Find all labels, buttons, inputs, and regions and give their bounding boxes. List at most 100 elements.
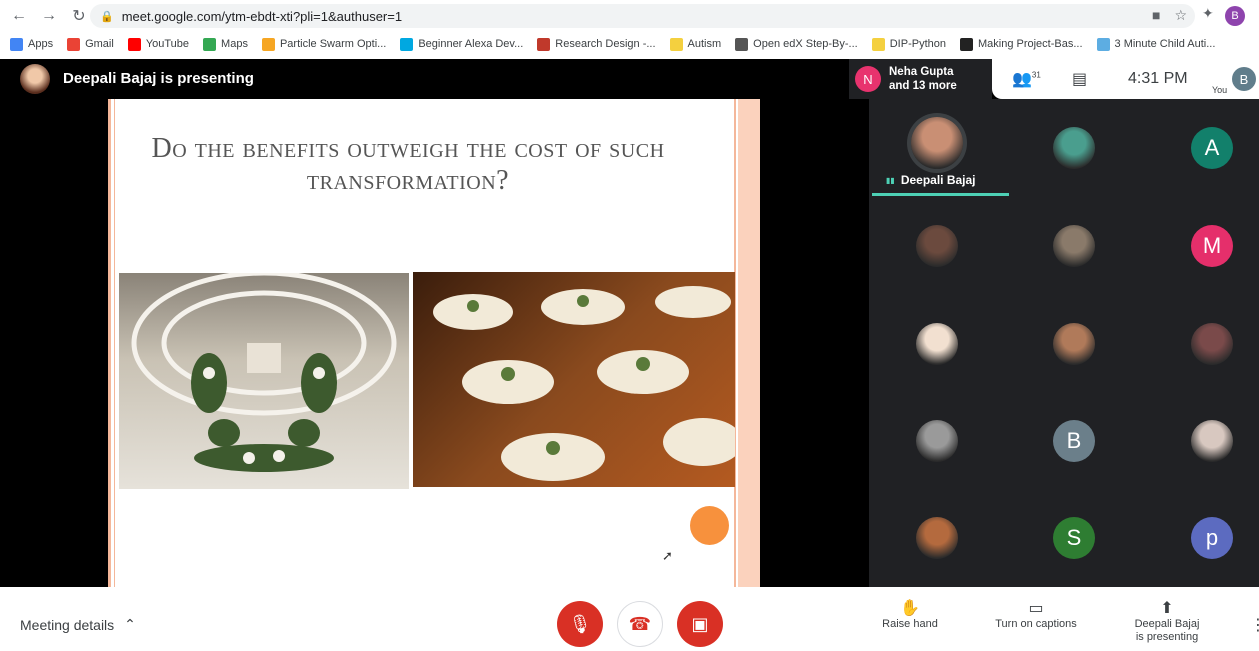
- captions-icon: ▭: [1028, 600, 1044, 617]
- slide: Do the benefits outweigh the cost of suc…: [108, 99, 760, 587]
- participant-avatar: A: [1191, 126, 1233, 169]
- bookmark-item[interactable]: Apps: [10, 37, 54, 51]
- participant-tile[interactable]: A: [1147, 99, 1259, 196]
- bookmark-label: DIP-Python: [889, 38, 946, 50]
- participant-tile[interactable]: [872, 197, 1002, 294]
- bookmark-icon: [959, 37, 973, 51]
- participant-tile[interactable]: p: [1147, 489, 1259, 586]
- participant-tile[interactable]: [1009, 197, 1139, 294]
- bookmark-item[interactable]: YouTube: [127, 37, 190, 51]
- more-options-icon[interactable]: ⋮: [1250, 615, 1259, 635]
- participant-tile[interactable]: [872, 489, 1002, 586]
- bookmark-icon: [871, 37, 885, 51]
- notification-line1: Neha Gupta: [889, 66, 954, 78]
- presenting-title: Deepali Bajaj is presenting: [63, 70, 254, 87]
- bookmark-label: Apps: [28, 38, 54, 50]
- presenting-line2: is presenting: [1135, 631, 1199, 643]
- back-icon[interactable]: ←: [6, 3, 32, 29]
- mic-off-button[interactable]: 🎙: [557, 601, 603, 647]
- bookmark-item[interactable]: Particle Swarm Opti...: [261, 37, 387, 51]
- participant-tile[interactable]: S: [1009, 489, 1139, 586]
- hand-icon: ✋: [900, 600, 920, 617]
- captions-label: Turn on captions: [995, 618, 1077, 630]
- participant-name-text: Deepali Bajaj: [900, 173, 976, 187]
- bookmark-item[interactable]: Autism: [669, 37, 721, 51]
- speaking-indicator: [872, 193, 1009, 196]
- participant-tile[interactable]: [1009, 295, 1139, 392]
- meeting-details-button[interactable]: Meeting details ⌃: [20, 616, 136, 633]
- camera-icon[interactable]: ■: [1152, 7, 1160, 24]
- bookmark-label: Particle Swarm Opti...: [279, 38, 387, 50]
- participant-tile[interactable]: [1147, 295, 1259, 392]
- present-now-button[interactable]: ⬆ Deepali Bajaj is presenting: [1130, 600, 1204, 644]
- captions-button[interactable]: ▭ Turn on captions: [992, 600, 1080, 631]
- presenting-line1: Deepali Bajaj: [1134, 618, 1200, 630]
- bookmark-item[interactable]: Maps: [203, 37, 248, 51]
- participant-tile[interactable]: [1147, 392, 1259, 489]
- join-notification[interactable]: N Neha Gupta and 13 more: [849, 59, 992, 99]
- participant-avatar: [1053, 224, 1095, 267]
- bottom-controls: Meeting details ⌃ 🎙 ☎ ▣ ✋ Raise hand ▭ T…: [0, 587, 1259, 651]
- extensions-icon[interactable]: ✦: [1202, 5, 1214, 22]
- address-bar[interactable]: 🔒 meet.google.com/ytm-ebdt-xti?pli=1&aut…: [90, 4, 1195, 28]
- participant-avatar: [1191, 419, 1233, 462]
- camera-off-button[interactable]: ▣: [677, 601, 723, 647]
- participant-tile[interactable]: [1009, 99, 1139, 196]
- notification-line2: and 13 more: [889, 80, 957, 92]
- participant-avatar: [916, 419, 958, 462]
- chevron-up-icon: ⌃: [124, 616, 136, 632]
- participant-avatar: [1053, 126, 1095, 169]
- participant-avatar: B: [1053, 419, 1095, 462]
- slide-border-left-inner: [114, 99, 115, 587]
- bookmark-label: YouTube: [145, 38, 190, 50]
- bookmark-item[interactable]: 3 Minute Child Auti...: [1096, 37, 1216, 51]
- camera-off-icon: ▣: [691, 613, 709, 634]
- participant-avatar: [916, 322, 958, 365]
- hang-up-icon: ☎: [628, 613, 652, 634]
- forward-icon[interactable]: →: [36, 3, 62, 29]
- participant-name: ▮▮ Deepali Bajaj: [886, 173, 976, 187]
- slide-title: Do the benefits outweigh the cost of suc…: [151, 133, 665, 196]
- participant-avatar: [1191, 322, 1233, 365]
- participant-avatar: p: [1191, 516, 1233, 559]
- bookmark-icon: [67, 37, 81, 51]
- browser-chrome: ← → ↻ 🔒 meet.google.com/ytm-ebdt-xti?pli…: [0, 0, 1259, 59]
- bookmark-icon: [10, 37, 23, 51]
- raise-hand-button[interactable]: ✋ Raise hand: [882, 600, 938, 631]
- audio-level-icon: ▮▮: [886, 175, 895, 185]
- bookmark-icon: [1096, 37, 1110, 51]
- bookmark-item[interactable]: Gmail: [67, 37, 114, 51]
- people-button[interactable]: 👥31: [1012, 69, 1041, 89]
- participant-tile[interactable]: B: [1009, 392, 1139, 489]
- star-icon[interactable]: ☆: [1174, 7, 1187, 24]
- clock-time: 4:31 PM: [1128, 70, 1188, 87]
- participant-avatar: S: [1053, 516, 1095, 559]
- lock-icon: 🔒: [100, 10, 114, 23]
- participant-avatar: [1053, 322, 1095, 365]
- url-text: meet.google.com/ytm-ebdt-xti?pli=1&authu…: [121, 8, 403, 24]
- reload-icon[interactable]: ↻: [66, 3, 92, 29]
- chat-icon[interactable]: ▤: [1072, 69, 1087, 89]
- bookmark-label: Open edX Step-By-...: [753, 38, 858, 50]
- bookmark-label: 3 Minute Child Auti...: [1114, 38, 1216, 50]
- participant-tile[interactable]: ▮▮ Deepali Bajaj: [872, 99, 1009, 196]
- bookmark-item[interactable]: Open edX Step-By-...: [735, 37, 858, 51]
- self-avatar[interactable]: B: [1232, 67, 1256, 91]
- end-call-button[interactable]: ☎: [617, 601, 663, 647]
- bookmark-icon: [127, 37, 141, 51]
- present-icon: ⬆: [1160, 600, 1174, 617]
- people-icon: 👥: [1012, 71, 1032, 88]
- mic-off-icon: 🎙: [568, 613, 592, 634]
- bookmark-label: Making Project-Bas...: [977, 38, 1083, 50]
- participant-tile[interactable]: M: [1147, 197, 1259, 294]
- bookmark-item[interactable]: Research Design -...: [537, 37, 656, 51]
- bookmark-item[interactable]: Beginner Alexa Dev...: [400, 37, 523, 51]
- bookmark-item[interactable]: DIP-Python: [871, 37, 946, 51]
- profile-avatar[interactable]: B: [1225, 6, 1245, 26]
- participant-tile[interactable]: [872, 295, 1002, 392]
- participant-tile[interactable]: [872, 392, 1002, 489]
- bookmark-icon: [203, 37, 217, 51]
- bookmark-item[interactable]: Making Project-Bas...: [959, 37, 1083, 51]
- bookmark-label: Gmail: [85, 38, 114, 50]
- meet-top-right: 👥31 ▤ 4:31 PM You B: [992, 59, 1259, 99]
